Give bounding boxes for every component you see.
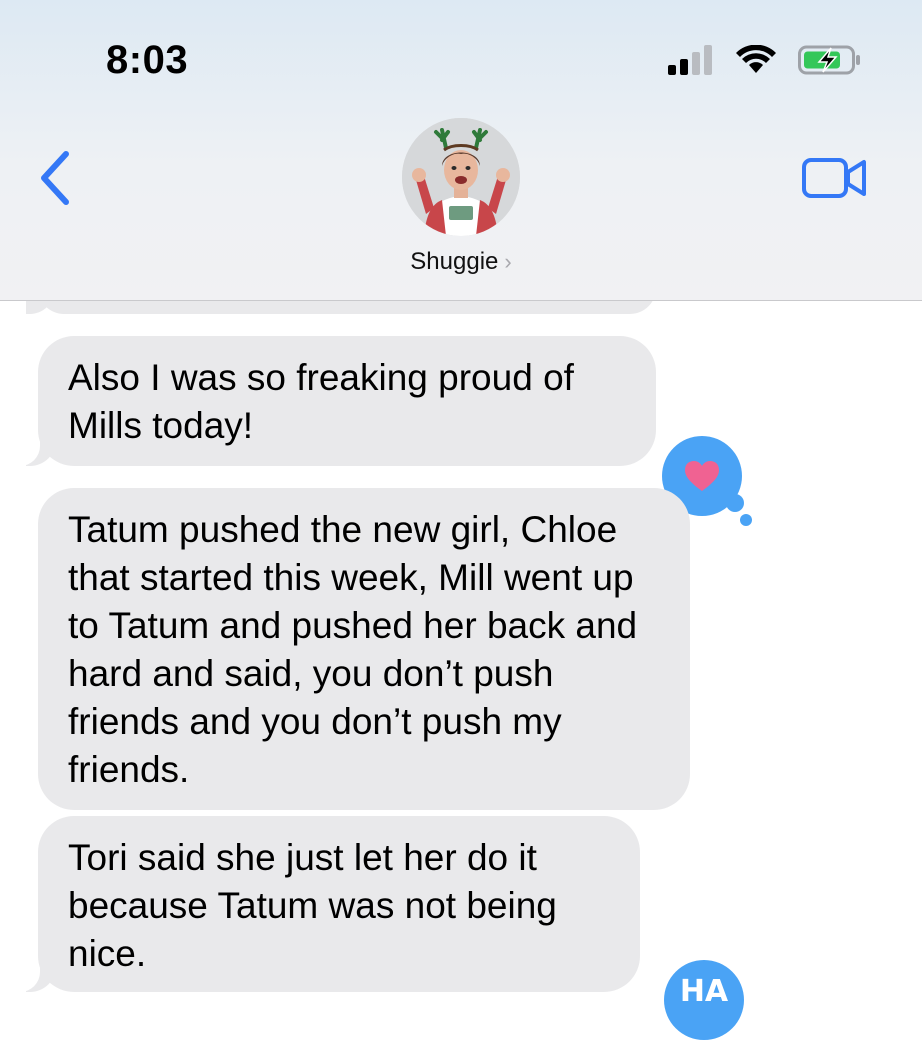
message-text: Tatum pushed the new girl, Chloe that st… (68, 509, 638, 790)
video-camera-icon[interactable] (802, 156, 866, 200)
wifi-icon (736, 45, 776, 73)
incoming-message-bubble[interactable]: Tatum pushed the new girl, Chloe that st… (38, 488, 690, 810)
battery-charging-icon (798, 45, 860, 75)
haha-label: HA (679, 974, 729, 1009)
contact-name-button[interactable]: Shuggie › (0, 248, 922, 276)
contact-name: Shuggie (410, 248, 499, 275)
cellular-signal-icon (668, 45, 712, 75)
incoming-message-bubble[interactable]: Tori said she just let her do it because… (38, 816, 640, 992)
status-icons (668, 44, 862, 76)
chevron-right-icon: › (504, 249, 512, 274)
message-text: Tori said she just let her do it because… (68, 837, 557, 974)
message-text: Also I was so freaking proud of Mills to… (68, 357, 574, 446)
status-time: 8:03 (106, 38, 189, 82)
contact-photo (402, 118, 520, 236)
chevron-left-icon[interactable] (36, 150, 76, 206)
incoming-message-bubble[interactable]: Also I was so freaking proud of Mills to… (38, 336, 656, 466)
heart-icon (685, 461, 719, 491)
reaction-tail-dot (740, 514, 752, 526)
conversation-header: 8:03 Shuggie › (0, 0, 922, 301)
avatar[interactable] (402, 118, 520, 236)
haha-reaction-badge[interactable]: HA (664, 960, 744, 1040)
